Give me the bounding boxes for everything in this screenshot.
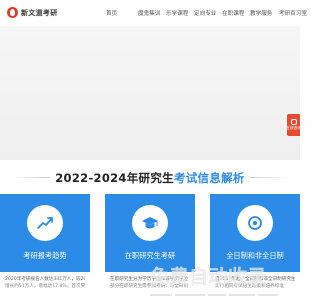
nav-item-teaching-services[interactable]: 教学服务 [250,9,279,17]
card-body: 在职研究生分为学历学位和非学历学位 部分在职研究生需参加考研，与全日制 [105,272,195,290]
card-body: 自2017年起，全日制和非全日制研究生 实行相同考试招生政策和培养标准 [210,272,300,290]
heading-divider-right [249,177,288,178]
logo-text: 新文道考研 [21,8,58,17]
info-card-in-service-graduate[interactable]: 在职研究生考研 在职研究生分为学历学位和非学历学位 部分在职研究生需参加考研，与… [105,194,195,300]
nav-item-intensive-training[interactable]: 魔鬼集训 [138,9,166,17]
hero-banner [0,26,300,160]
card-body: 2020年考研报名人数达341万人，较2019年 增长约51万人，增幅达17.8… [0,272,90,290]
info-card-exam-trend[interactable]: 考研报考趋势 2020年考研报名人数达341万人，较2019年 增长约51万人，… [0,194,90,300]
online-consult-button[interactable]: 在线咨询 [286,114,301,136]
nav-item-in-service-courses[interactable]: 在职课程 [222,9,250,17]
card-header: 在职研究生考研 [105,194,195,272]
card-title: 考研报考趋势 [23,251,67,260]
nav-item-home[interactable]: 首页 [106,9,138,17]
chat-icon [290,118,297,125]
trend-icon [27,205,63,241]
circle-icon [237,205,273,241]
logo[interactable]: 新文道考研 [7,7,58,18]
card-text: 部分在职研究生需参加考研，与全日制 [110,284,189,289]
section-title-accent: 考试信息解析 [173,170,245,185]
side-widget-label: 在线咨询 [286,126,301,131]
card-text: 2020年考研报名人数达341万人，较2019年 [5,277,85,282]
main-nav: 首页 魔鬼集训 乐学课程 定向专业 在职课程 教学服务 考研百习室 [106,9,307,17]
section-heading: 2022-2024年研究生 考试信息解析 [0,163,300,186]
card-header: 考研报考趋势 [0,194,90,272]
header: 新文道考研 首页 魔鬼集训 乐学课程 定向专业 在职课程 教学服务 考研百习室 [0,0,307,26]
nav-item-study-room[interactable]: 考研百习室 [279,9,307,17]
card-text: 实行相同考试招生政策和培养标准 [215,284,284,289]
nav-item-directed-majors[interactable]: 定向专业 [194,9,222,17]
card-text: 自2017年起，全日制和非全日制研究生 [215,277,295,282]
card-header: 全日制和非全日制 [210,194,300,272]
brand-logo-icon [7,7,18,18]
card-text: 在职研究生分为学历学位和非学历学位 [110,277,189,282]
graduation-cap-icon [132,205,168,241]
nav-item-courses[interactable]: 乐学课程 [166,9,194,17]
card-title: 全日制和非全日制 [226,251,284,260]
heading-divider-left [12,177,51,178]
section-title-main: 2022-2024年研究生 [55,170,174,185]
card-text: 增长约51万人，增幅达17.8%，首次突破 [5,284,85,289]
info-card-full-part-time[interactable]: 全日制和非全日制 自2017年起，全日制和非全日制研究生 实行相同考试招生政策和… [210,194,300,300]
card-title: 在职研究生考研 [124,251,176,260]
